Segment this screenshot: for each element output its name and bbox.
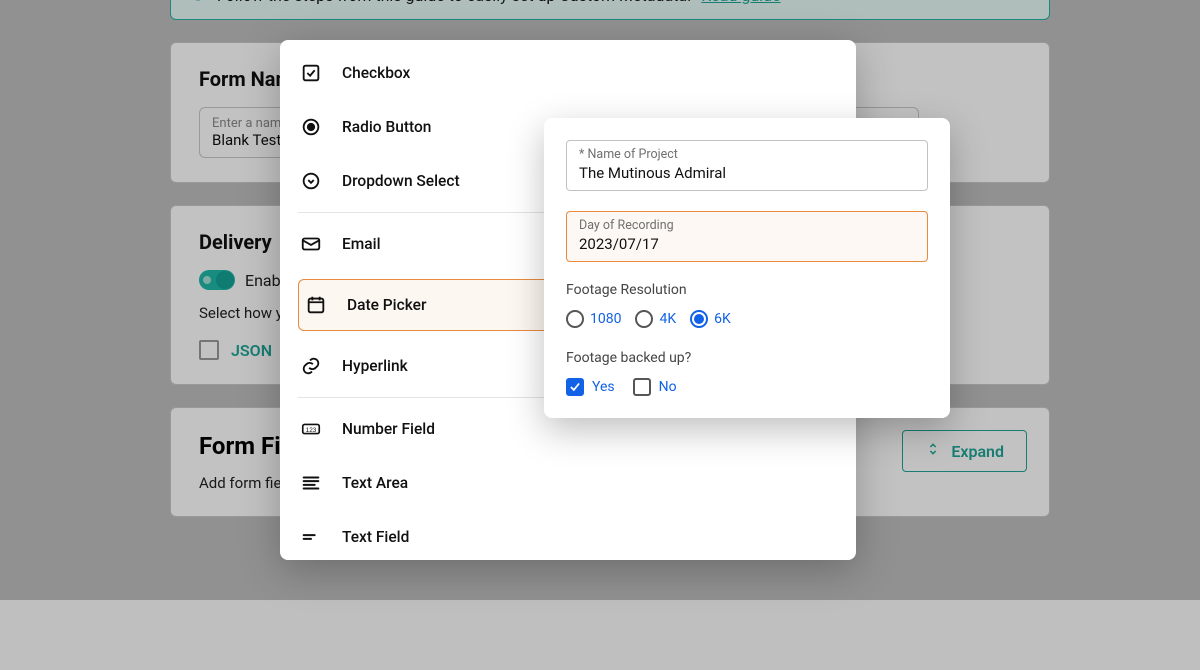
radio-icon xyxy=(566,310,584,328)
checkbox-icon xyxy=(300,62,322,84)
field-type-label: Hyperlink xyxy=(342,357,408,375)
check-label: Yes xyxy=(592,379,615,395)
radio-icon xyxy=(690,310,708,328)
check-no[interactable]: No xyxy=(633,378,677,396)
radio-label: 1080 xyxy=(590,311,621,327)
radio-6k[interactable]: 6K xyxy=(690,310,731,328)
preview-name-field[interactable]: * Name of Project The Mutinous Admiral xyxy=(566,140,928,191)
email-icon xyxy=(300,233,322,255)
radio-icon xyxy=(300,116,322,138)
svg-text:123: 123 xyxy=(306,427,317,434)
field-type-checkbox[interactable]: Checkbox xyxy=(280,46,856,100)
radio-1080[interactable]: 1080 xyxy=(566,310,621,328)
field-type-label: Text Area xyxy=(342,474,408,492)
calendar-icon xyxy=(305,294,327,316)
field-type-label: Email xyxy=(342,235,381,253)
preview-date-field[interactable]: Day of Recording 2023/07/17 xyxy=(566,211,928,262)
preview-backup-title: Footage backed up? xyxy=(566,350,928,366)
radio-label: 6K xyxy=(714,311,731,327)
field-type-textfield[interactable]: Text Field xyxy=(280,510,856,564)
textarea-icon xyxy=(300,472,322,494)
check-yes[interactable]: Yes xyxy=(566,378,615,396)
field-type-label: Date Picker xyxy=(347,296,426,314)
radio-icon xyxy=(635,310,653,328)
preview-resolution-group: 1080 4K 6K xyxy=(566,310,928,328)
field-type-label: Checkbox xyxy=(342,64,410,82)
field-type-label: Radio Button xyxy=(342,118,431,136)
checkbox-icon xyxy=(633,378,651,396)
radio-4k[interactable]: 4K xyxy=(635,310,676,328)
checkbox-icon xyxy=(566,378,584,396)
textfield-icon xyxy=(300,526,322,548)
number-icon: 123 xyxy=(300,418,322,440)
link-icon xyxy=(300,355,322,377)
field-type-label: Number Field xyxy=(342,420,435,438)
check-label: No xyxy=(659,379,677,395)
preview-resolution-title: Footage Resolution xyxy=(566,282,928,298)
preview-name-label: * Name of Project xyxy=(579,147,915,162)
field-type-textarea[interactable]: Text Area xyxy=(280,456,856,510)
dropdown-icon xyxy=(300,170,322,192)
preview-date-label: Day of Recording xyxy=(579,218,915,233)
preview-backup-group: Yes No xyxy=(566,378,928,396)
preview-name-value: The Mutinous Admiral xyxy=(579,164,915,182)
field-type-label: Text Field xyxy=(342,528,409,546)
radio-label: 4K xyxy=(659,311,676,327)
form-preview-popover: * Name of Project The Mutinous Admiral D… xyxy=(544,118,950,418)
field-type-label: Dropdown Select xyxy=(342,172,460,190)
preview-date-value: 2023/07/17 xyxy=(579,235,915,253)
